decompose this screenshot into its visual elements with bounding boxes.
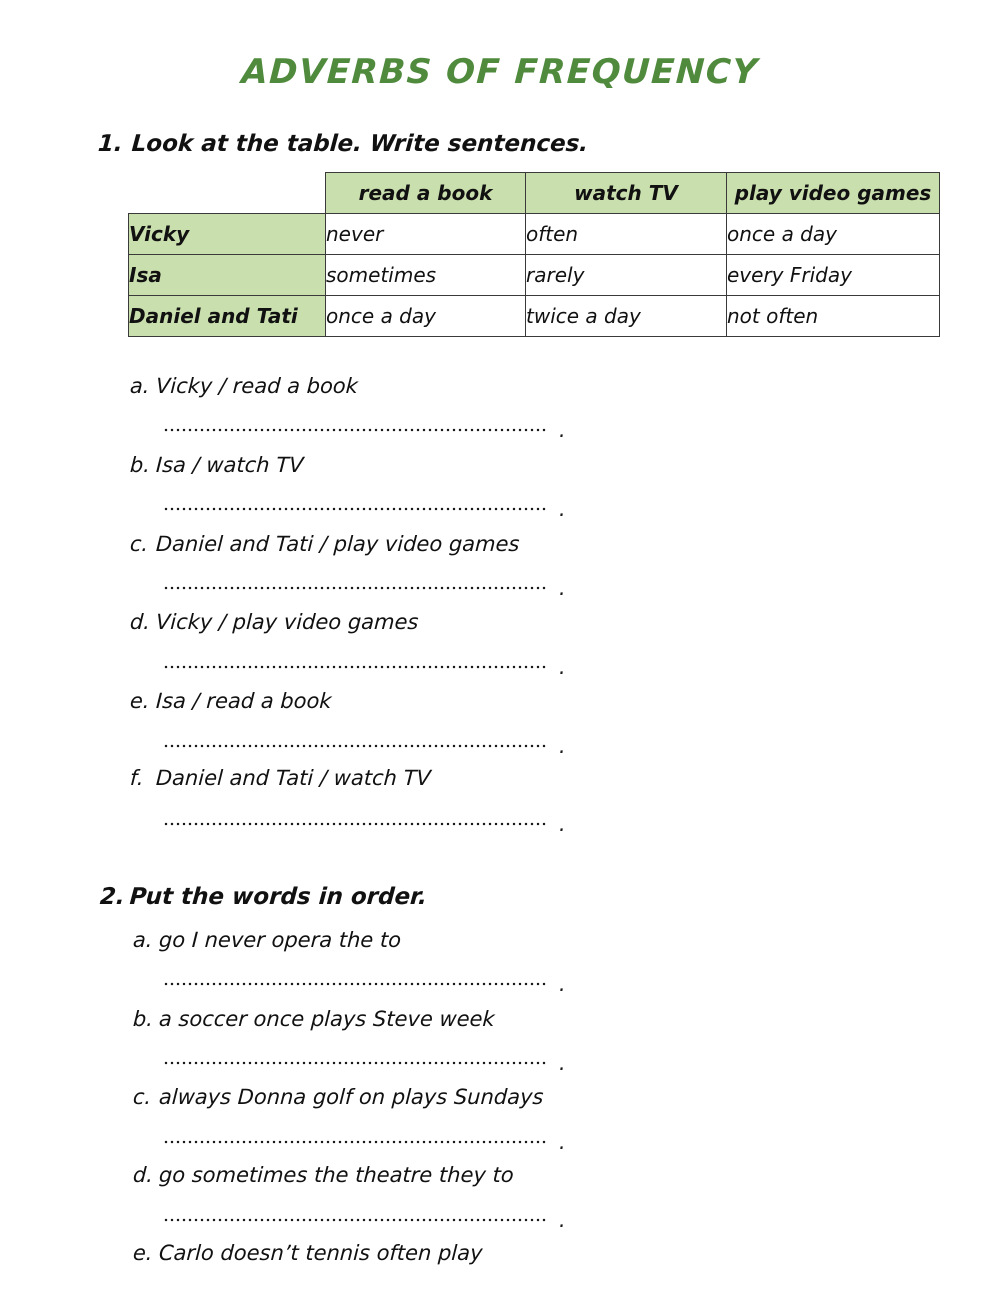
item-text: Isa / watch TV: [155, 453, 305, 477]
exercise-1-item: d. Vicky / play video games: [129, 610, 419, 634]
item-text: Daniel and Tati / watch TV: [155, 766, 432, 790]
item-letter: a.: [129, 374, 151, 398]
dotted-write-line[interactable]: [163, 586, 546, 590]
table-row: Daniel and Tati once a day twice a day n…: [128, 295, 940, 337]
frequency-table: read a book watch TV play video games Vi…: [128, 172, 940, 337]
exercise-1-heading-text: Look at the table. Write sentences.: [130, 131, 590, 157]
item-text: go I never opera the to: [158, 928, 402, 952]
item-letter: d.: [132, 1163, 154, 1187]
item-text: Daniel and Tati / play video games: [155, 532, 521, 556]
table-cell: rarely: [525, 254, 727, 296]
exercise-2-answer-line[interactable]: .: [163, 1051, 567, 1075]
item-letter: c.: [129, 532, 149, 556]
item-letter: e.: [132, 1241, 154, 1265]
exercise-2-item: e. Carlo doesn’t tennis often play: [132, 1241, 483, 1265]
exercise-1-item: a. Vicky / read a book: [129, 374, 358, 398]
item-text: Vicky / read a book: [155, 374, 359, 398]
item-text: Vicky / play video games: [155, 610, 420, 634]
table-row-label: Isa: [128, 254, 326, 296]
item-letter: f.: [129, 766, 145, 790]
item-letter: b.: [129, 453, 151, 477]
exercise-1-answer-line[interactable]: .: [163, 418, 567, 442]
exercise-2-item: b. a soccer once plays Steve week: [132, 1007, 495, 1031]
exercise-1-answer-line[interactable]: .: [163, 576, 567, 600]
exercise-1-answer-line[interactable]: .: [163, 734, 567, 758]
exercise-2-item: a. go I never opera the to: [132, 928, 401, 952]
item-letter: a.: [132, 928, 154, 952]
table-row: Isa sometimes rarely every Friday: [128, 254, 940, 296]
table-column-header: watch TV: [525, 172, 727, 214]
worksheet-page: ADVERBS OF FREQUENCY 1. Look at the table…: [0, 0, 1000, 1291]
table-cell: once a day: [325, 295, 526, 337]
table-column-header: play video games: [726, 172, 940, 214]
exercise-1-answer-line[interactable]: .: [163, 812, 567, 836]
dotted-write-line[interactable]: [163, 1061, 546, 1065]
exercise-2-item: d. go sometimes the theatre they to: [132, 1163, 514, 1187]
dotted-write-line[interactable]: [163, 507, 546, 511]
exercise-1-heading: 1. Look at the table. Write sentences.: [97, 131, 589, 157]
table-cell: often: [525, 213, 727, 255]
table-column-header: read a book: [325, 172, 526, 214]
dotted-write-line[interactable]: [163, 1218, 546, 1222]
dotted-write-line[interactable]: [163, 822, 546, 826]
exercise-1-item: e. Isa / read a book: [129, 689, 332, 713]
exercise-1-item: c. Daniel and Tati / play video games: [129, 532, 520, 556]
exercise-2-heading: 2. Put the words in order.: [99, 884, 428, 910]
dotted-write-line[interactable]: [163, 665, 546, 669]
table-cell: not often: [726, 295, 940, 337]
exercise-2-answer-line[interactable]: .: [163, 1130, 567, 1154]
dotted-write-line[interactable]: [163, 982, 546, 986]
item-text: always Donna golf on plays Sundays: [158, 1085, 545, 1109]
item-text: a soccer once plays Steve week: [158, 1007, 496, 1031]
exercise-2-heading-text: Put the words in order.: [128, 884, 428, 910]
exercise-2-number: 2.: [99, 884, 126, 910]
exercise-1-number: 1.: [97, 131, 124, 157]
table-cell: sometimes: [325, 254, 526, 296]
exercise-1-answer-line[interactable]: .: [163, 655, 567, 679]
table-corner-cell: [128, 172, 326, 214]
item-text: Carlo doesn’t tennis often play: [158, 1241, 484, 1265]
item-letter: c.: [132, 1085, 152, 1109]
item-text: Isa / read a book: [155, 689, 333, 713]
item-text: go sometimes the theatre they to: [158, 1163, 515, 1187]
exercise-2-item: c. always Donna golf on plays Sundays: [132, 1085, 544, 1109]
page-title: ADVERBS OF FREQUENCY: [240, 52, 760, 92]
exercise-2-answer-line[interactable]: .: [163, 972, 567, 996]
dotted-write-line[interactable]: [163, 1140, 546, 1144]
exercise-1-answer-line[interactable]: .: [163, 497, 567, 521]
table-cell: never: [325, 213, 526, 255]
table-row-label: Vicky: [128, 213, 326, 255]
item-letter: d.: [129, 610, 151, 634]
table-row-label: Daniel and Tati: [128, 295, 326, 337]
exercise-1-item: f. Daniel and Tati / watch TV: [129, 766, 431, 790]
exercise-2-answer-line[interactable]: .: [163, 1208, 567, 1232]
dotted-write-line[interactable]: [163, 744, 546, 748]
table-header-row: read a book watch TV play video games: [128, 172, 940, 214]
table-row: Vicky never often once a day: [128, 213, 940, 255]
table-cell: once a day: [726, 213, 940, 255]
table-cell: twice a day: [525, 295, 727, 337]
exercise-1-item: b. Isa / watch TV: [129, 453, 304, 477]
item-letter: b.: [132, 1007, 154, 1031]
dotted-write-line[interactable]: [163, 428, 546, 432]
item-letter: e.: [129, 689, 151, 713]
table-cell: every Friday: [726, 254, 940, 296]
